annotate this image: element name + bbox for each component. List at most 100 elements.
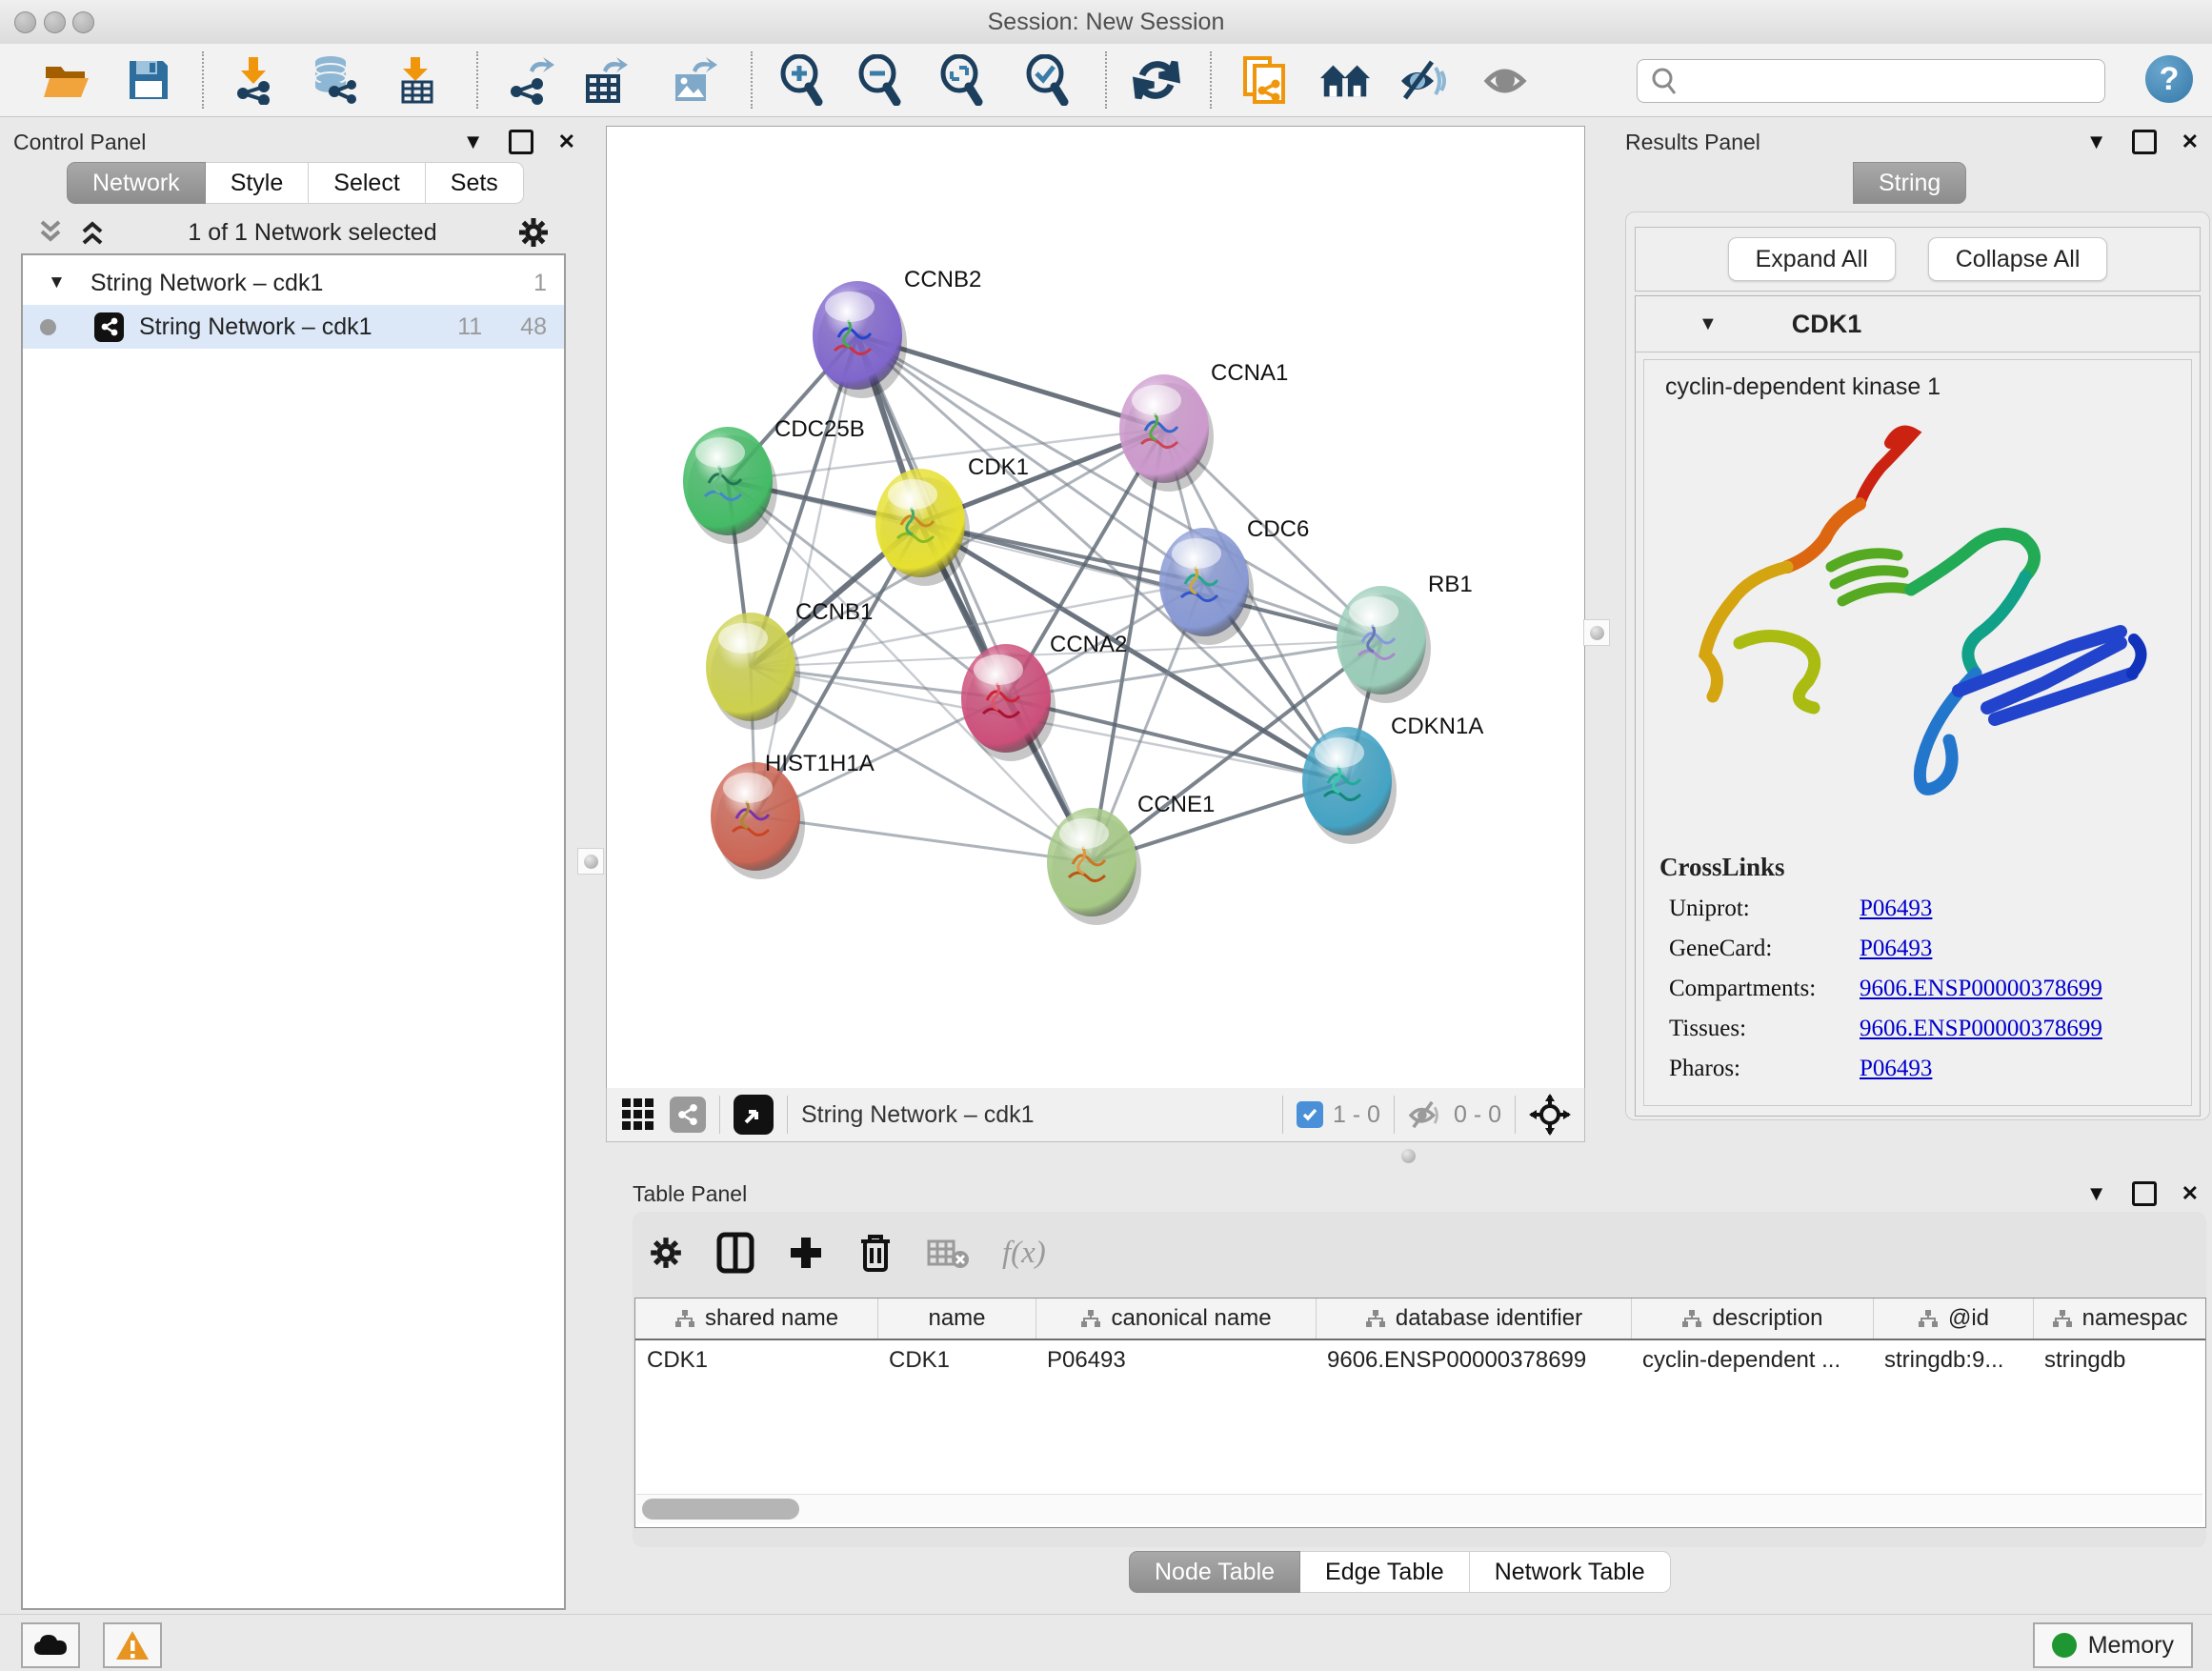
- tab-edge-table[interactable]: Edge Table: [1300, 1551, 1470, 1593]
- show-all-button[interactable]: [1482, 53, 1536, 107]
- maximize-panel-icon[interactable]: [509, 130, 533, 154]
- network-row-selected[interactable]: String Network – cdk1 11 48: [23, 305, 564, 349]
- float-panel-icon[interactable]: ▼: [463, 131, 484, 152]
- column-header[interactable]: @id: [1873, 1299, 2033, 1339]
- column-header[interactable]: database identifier: [1316, 1299, 1631, 1339]
- crosslink-value-link[interactable]: P06493: [1860, 1056, 1932, 1082]
- first-neighbors-button[interactable]: [1318, 53, 1372, 107]
- network-canvas[interactable]: CCNB2CCNA1CDC25BCDK1CDC6RB1CCNB1CCNA2CDK…: [606, 126, 1585, 1090]
- crosslink-value-link[interactable]: P06493: [1860, 936, 1932, 962]
- table-options-gear-icon[interactable]: [648, 1235, 684, 1271]
- tab-network-table[interactable]: Network Table: [1470, 1551, 1671, 1593]
- network-graph[interactable]: CCNB2CCNA1CDC25BCDK1CDC6RB1CCNB1CCNA2CDK…: [607, 127, 1584, 1089]
- import-network-button[interactable]: [227, 53, 280, 107]
- network-node-cdkn1a[interactable]: CDKN1A: [1302, 714, 1483, 844]
- column-header[interactable]: canonical name: [1036, 1299, 1316, 1339]
- tab-select[interactable]: Select: [309, 162, 425, 204]
- table-cell[interactable]: stringdb: [2033, 1340, 2205, 1380]
- network-edge[interactable]: [755, 816, 1092, 862]
- results-entry-header[interactable]: ▼ CDK1: [1636, 296, 2200, 352]
- bottom-splitter-handle[interactable]: [1396, 1143, 1420, 1168]
- export-table-button[interactable]: [579, 53, 633, 107]
- network-node-cdc25b[interactable]: CDC25B: [683, 416, 865, 544]
- search-field[interactable]: [1637, 59, 2105, 103]
- collection-expand-icon[interactable]: ▼: [48, 272, 66, 293]
- pan-tool-icon[interactable]: [1529, 1094, 1571, 1136]
- float-panel-icon[interactable]: ▼: [2086, 131, 2107, 152]
- maximize-panel-icon[interactable]: [2132, 130, 2157, 154]
- delete-column-trash-icon[interactable]: [857, 1232, 894, 1274]
- network-edge[interactable]: [755, 335, 857, 816]
- tab-sets[interactable]: Sets: [426, 162, 524, 204]
- collapse-all-tree-icon[interactable]: [34, 218, 67, 247]
- open-session-button[interactable]: [40, 53, 93, 107]
- crosslink-value-link[interactable]: P06493: [1860, 896, 1932, 922]
- table-row[interactable]: CDK1CDK1P064939606.ENSP00000378699cyclin…: [635, 1340, 2205, 1380]
- network-share-icon[interactable]: [670, 1097, 706, 1133]
- table-cell[interactable]: stringdb:9...: [1873, 1340, 2033, 1380]
- network-node-cdc6[interactable]: CDC6: [1159, 516, 1309, 645]
- expand-all-button[interactable]: Expand All: [1728, 237, 1896, 281]
- network-options-gear-icon[interactable]: [516, 215, 551, 250]
- scrollbar-thumb[interactable]: [642, 1499, 799, 1520]
- table-cell[interactable]: CDK1: [635, 1340, 877, 1380]
- column-header[interactable]: description: [1631, 1299, 1873, 1339]
- tab-node-table[interactable]: Node Table: [1129, 1551, 1300, 1593]
- selected-checkbox-icon[interactable]: [1297, 1101, 1323, 1128]
- column-header[interactable]: name: [877, 1299, 1036, 1339]
- network-node-ccnb1[interactable]: CCNB1: [706, 599, 873, 730]
- tab-style[interactable]: Style: [206, 162, 310, 204]
- export-image-button[interactable]: [667, 53, 720, 107]
- import-table-button[interactable]: [391, 53, 444, 107]
- float-panel-icon[interactable]: ▼: [2086, 1183, 2107, 1204]
- collapse-all-button[interactable]: Collapse All: [1928, 237, 2108, 281]
- network-node-rb1[interactable]: RB1: [1337, 572, 1473, 703]
- expand-all-tree-icon[interactable]: [76, 218, 109, 247]
- warnings-button[interactable]: [103, 1622, 162, 1668]
- maximize-panel-icon[interactable]: [2132, 1181, 2157, 1206]
- crosslink-value-link[interactable]: 9606.ENSP00000378699: [1860, 1016, 2102, 1042]
- network-node-ccna1[interactable]: CCNA1: [1119, 360, 1288, 492]
- reload-network-button[interactable]: [1130, 53, 1183, 107]
- zoom-selected-button[interactable]: [1021, 53, 1075, 107]
- network-collection-row[interactable]: ▼ String Network – cdk1 1: [23, 261, 564, 305]
- left-splitter-handle[interactable]: [577, 848, 604, 875]
- table-cell[interactable]: P06493: [1036, 1340, 1316, 1380]
- table-cell[interactable]: CDK1: [877, 1340, 1036, 1380]
- close-panel-icon[interactable]: ✕: [558, 131, 575, 152]
- memory-button[interactable]: Memory: [2033, 1622, 2193, 1668]
- zoom-in-button[interactable]: [775, 53, 829, 107]
- close-panel-icon[interactable]: ✕: [2182, 131, 2199, 152]
- create-column-plus-icon[interactable]: [787, 1234, 825, 1272]
- grid-view-icon[interactable]: [620, 1097, 656, 1133]
- table-horizontal-scrollbar[interactable]: [636, 1494, 2202, 1523]
- network-node-hist1h1a[interactable]: HIST1H1A: [711, 751, 875, 879]
- network-node-ccne1[interactable]: CCNE1: [1047, 792, 1215, 925]
- table-cell[interactable]: cyclin-dependent ...: [1631, 1340, 1873, 1380]
- right-splitter-handle[interactable]: [1583, 619, 1610, 646]
- birdseye-view-icon[interactable]: [734, 1095, 774, 1135]
- help-button[interactable]: ?: [2145, 55, 2193, 103]
- zoom-fit-button[interactable]: [935, 53, 989, 107]
- cloud-status-button[interactable]: [21, 1622, 80, 1668]
- import-database-button[interactable]: [307, 53, 360, 107]
- network-node-ccnb2[interactable]: CCNB2: [813, 267, 981, 398]
- function-builder-button[interactable]: f(x): [1002, 1236, 1046, 1271]
- crosslink-value-link[interactable]: 9606.ENSP00000378699: [1860, 976, 2102, 1002]
- show-columns-icon[interactable]: [716, 1232, 754, 1274]
- zoom-out-button[interactable]: [854, 53, 907, 107]
- close-panel-icon[interactable]: ✕: [2182, 1183, 2199, 1204]
- export-network-button[interactable]: [503, 53, 556, 107]
- tab-network[interactable]: Network: [67, 162, 206, 204]
- clone-network-button[interactable]: [1237, 53, 1290, 107]
- network-node-ccna2[interactable]: CCNA2: [961, 632, 1127, 761]
- hide-selected-button[interactable]: [1397, 53, 1450, 107]
- table-cell[interactable]: 9606.ENSP00000378699: [1316, 1340, 1631, 1380]
- network-edge[interactable]: [857, 335, 1092, 862]
- entry-collapse-icon[interactable]: ▼: [1699, 313, 1718, 335]
- column-header[interactable]: namespac: [2033, 1299, 2205, 1339]
- delete-table-icon[interactable]: [926, 1237, 970, 1269]
- tab-string[interactable]: String: [1853, 162, 1966, 204]
- search-input[interactable]: [1687, 68, 2104, 94]
- save-session-button[interactable]: [122, 53, 175, 107]
